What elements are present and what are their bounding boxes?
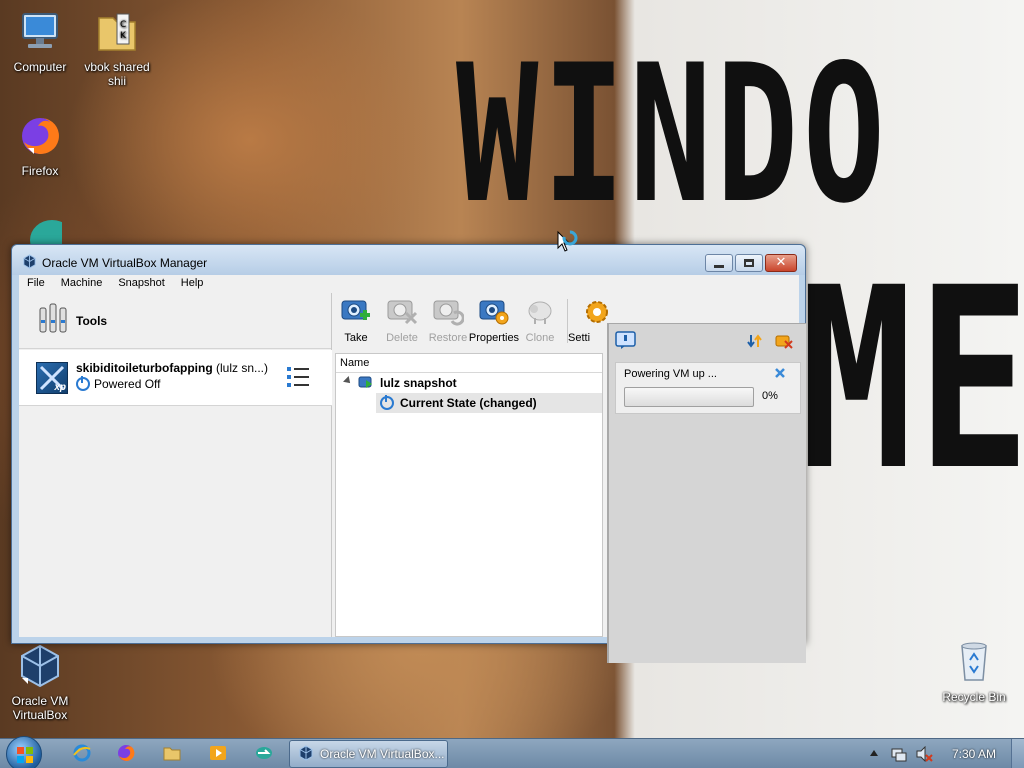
window-titlebar[interactable]: Oracle VM VirtualBox Manager ✕ (12, 245, 805, 275)
desktop-icon-recycle-bin[interactable]: Recycle Bin (934, 638, 1014, 704)
current-state-item[interactable]: Current State (changed) (376, 393, 602, 413)
taskbar: Oracle VM VirtualBox... 7:30 AM (0, 736, 1024, 768)
media-player-icon (208, 743, 228, 766)
network-icon[interactable] (891, 746, 907, 762)
desktop-icon-label: vbok shared shii (84, 60, 150, 88)
start-button[interactable] (6, 736, 42, 768)
taskbar-task-label: Oracle VM VirtualBox... (320, 747, 445, 761)
machine-list-pane: Tools xp skibiditoileturbofapping (lulz … (19, 293, 332, 637)
snapshot-tree[interactable]: Name lulz snapshot Current State (change… (335, 353, 603, 637)
window-client-area: File Machine Snapshot Help Tools xp skib… (19, 275, 806, 663)
folder-icon (162, 743, 182, 766)
cancel-icon[interactable] (774, 367, 786, 379)
notification-center-icon[interactable] (615, 331, 636, 349)
window-title: Oracle VM VirtualBox Manager (42, 256, 208, 270)
close-icon: ✕ (775, 255, 787, 270)
menu-file[interactable]: File (19, 275, 53, 293)
power-off-icon (76, 376, 90, 391)
notification-message: Powering VM up ... (624, 368, 717, 380)
vm-list-item[interactable]: xp skibiditoileturbofapping (lulz sn...)… (19, 350, 332, 406)
tools-label: Tools (76, 314, 108, 328)
firefox-icon (16, 112, 64, 160)
taskbar-app[interactable] (244, 742, 284, 766)
taskbar-task-virtualbox[interactable]: Oracle VM VirtualBox... (289, 740, 448, 768)
progress-bar (624, 387, 754, 407)
menu-machine[interactable]: Machine (53, 275, 111, 293)
virtualbox-manager-window[interactable]: Oracle VM VirtualBox Manager ✕ File Mach… (11, 244, 806, 663)
wallpaper-text-top: WINDO (456, 24, 890, 245)
desktop-icon-computer[interactable]: Computer (0, 8, 80, 74)
desktop-icon-label: Recycle Bin (942, 690, 1006, 704)
desktop-icon-label: Computer (13, 60, 67, 74)
virtualbox-icon (16, 642, 64, 690)
computer-icon (16, 8, 64, 56)
windows-xp-os-icon: xp (36, 362, 68, 394)
snapshot-name: lulz snapshot (380, 376, 457, 390)
vm-name-label: skibiditoileturbofapping (lulz sn...) (76, 361, 268, 375)
tools-item[interactable]: Tools (19, 293, 331, 349)
vm-name: skibiditoileturbofapping (76, 361, 213, 375)
settings-label: Setti (568, 332, 591, 344)
svg-text:C: C (120, 20, 126, 30)
notification-center: Powering VM up ... 0% (607, 323, 806, 663)
clone-label: Clone (525, 332, 555, 344)
taskbar-media-player[interactable] (198, 742, 238, 766)
sort-icon[interactable] (747, 333, 763, 349)
clone-snapshot-button[interactable]: Clone (517, 293, 563, 349)
minimize-button[interactable] (705, 254, 733, 272)
system-clock[interactable]: 7:30 AM (952, 747, 996, 761)
power-off-icon (380, 395, 394, 410)
clone-sheep-icon (524, 297, 556, 327)
vm-state-label: Powered Off (94, 377, 161, 391)
delete-snapshot-icon (386, 297, 418, 327)
snapshot-icon (358, 375, 374, 390)
properties-icon (478, 297, 510, 327)
folder-icon: C K (93, 8, 141, 56)
maximize-icon (744, 259, 754, 267)
notification-header (609, 324, 806, 354)
desktop-icon-virtualbox[interactable]: Oracle VM VirtualBox (0, 642, 80, 722)
wallpaper-text-bottom: ME (800, 234, 1024, 525)
progress-notification: Powering VM up ... 0% (615, 362, 801, 414)
desktop-icon-label: Oracle VM VirtualBox (11, 694, 69, 722)
taskbar-internet-explorer[interactable] (62, 742, 102, 766)
internet-explorer-icon (72, 743, 92, 766)
tree-header-name[interactable]: Name (336, 354, 602, 373)
tools-icon (37, 302, 69, 334)
taskbar-firefox[interactable] (106, 742, 146, 766)
minimize-icon (714, 264, 724, 268)
progress-percent: 0% (762, 390, 778, 402)
restore-snapshot-icon (432, 297, 465, 327)
clear-notifications-icon[interactable] (775, 333, 793, 349)
busy-cursor-icon (556, 230, 582, 256)
vm-snapshot-name: (lulz sn...) (212, 361, 269, 375)
taskbar-explorer[interactable] (152, 742, 192, 766)
show-hidden-icons-icon[interactable] (870, 750, 878, 756)
desktop-icon-firefox[interactable]: Firefox (0, 112, 80, 178)
vm-state: Powered Off (76, 376, 161, 391)
desktop-icon-shared-folder[interactable]: C K vbok shared shii (77, 8, 157, 88)
menu-snapshot[interactable]: Snapshot (110, 275, 172, 293)
volume-muted-icon[interactable] (915, 745, 933, 763)
app-icon (254, 743, 274, 766)
virtualbox-icon (22, 254, 37, 269)
windows-logo-icon (17, 747, 33, 763)
settings-button[interactable]: Setti (568, 293, 608, 349)
snapshot-tree-item[interactable]: lulz snapshot (336, 373, 602, 393)
expand-arrow-icon[interactable] (343, 376, 353, 386)
take-snapshot-icon (340, 297, 372, 327)
current-state-label: Current State (changed) (400, 396, 537, 410)
close-button[interactable]: ✕ (765, 254, 797, 272)
recycle-bin-icon (950, 638, 998, 686)
menu-bar: File Machine Snapshot Help (19, 275, 799, 293)
virtualbox-icon (298, 744, 314, 764)
details-menu-icon[interactable] (286, 365, 310, 389)
desktop-icon-label: Firefox (21, 164, 59, 178)
maximize-button[interactable] (735, 254, 763, 272)
firefox-icon (116, 743, 136, 766)
menu-help[interactable]: Help (173, 275, 212, 293)
show-desktop-button[interactable] (1011, 739, 1024, 768)
